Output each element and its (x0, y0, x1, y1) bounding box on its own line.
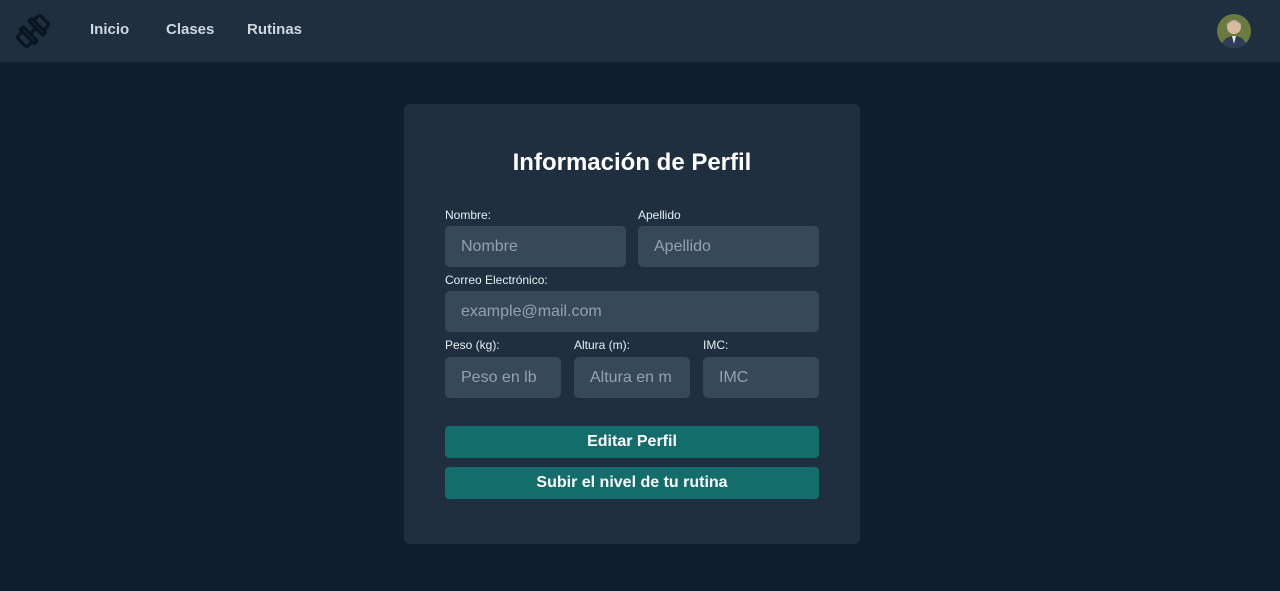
nombre-field[interactable] (445, 226, 626, 267)
apellido-field[interactable] (638, 226, 819, 267)
imc-field[interactable] (703, 357, 819, 398)
peso-field[interactable] (445, 357, 561, 398)
altura-field[interactable] (574, 357, 690, 398)
email-field[interactable] (445, 291, 819, 332)
correo-label: Correo Electrónico: (445, 273, 548, 287)
dumbbell-logo-icon[interactable] (14, 12, 52, 50)
nav-link-rutinas[interactable]: Rutinas (247, 21, 302, 38)
nombre-label: Nombre: (445, 208, 492, 222)
apellido-label: Apellido (638, 208, 681, 222)
profile-card: Información de Perfil Nombre: Apellido C… (404, 104, 860, 544)
peso-label: Peso (kg): (445, 338, 500, 352)
user-avatar[interactable] (1217, 14, 1251, 48)
nav-link-inicio[interactable]: Inicio (90, 21, 129, 38)
level-up-routine-button[interactable]: Subir el nivel de tu rutina (445, 467, 819, 499)
nav-link-clases[interactable]: Clases (166, 21, 214, 38)
top-navbar: Inicio Clases Rutinas (0, 0, 1280, 63)
edit-profile-button[interactable]: Editar Perfil (445, 426, 819, 458)
altura-label: Altura (m): (574, 338, 631, 352)
imc-label: IMC: (703, 338, 729, 352)
page-title: Información de Perfil (512, 149, 752, 176)
